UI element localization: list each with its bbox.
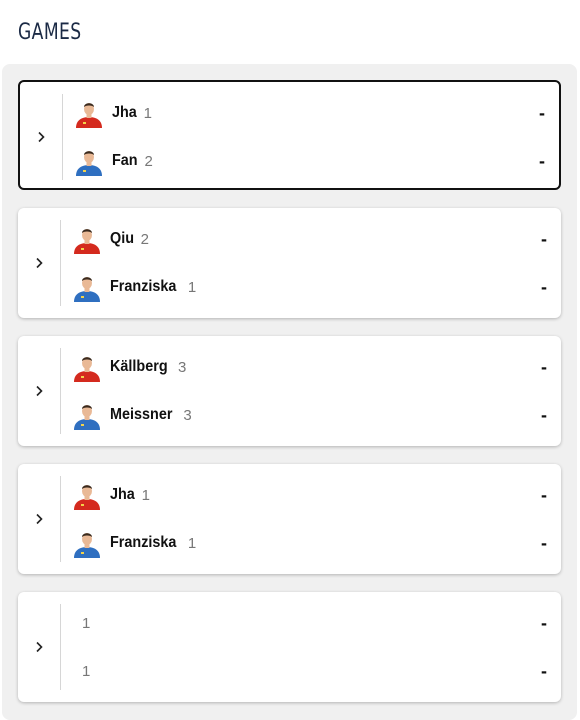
player-seed: 3: [183, 406, 192, 424]
player-seed: 2: [140, 230, 150, 248]
games-list: Jha 1- Fan 2- Qiu 2- Franziska 1- Källberg 3- Meis…: [2, 64, 577, 720]
card-divider: [60, 604, 61, 690]
player-row: Källberg 3 -: [72, 351, 547, 383]
player-score: -: [541, 660, 547, 681]
player-name: Franziska: [110, 278, 177, 295]
player-row: Jha 1 -: [72, 479, 547, 511]
player-score: -: [541, 484, 547, 505]
player-seed: 1: [82, 662, 91, 680]
player-avatar-icon: [72, 224, 102, 254]
player-row: 1-: [72, 607, 547, 639]
game-card[interactable]: Jha 1 - Franziska 1 -: [18, 464, 561, 574]
player-score: -: [541, 612, 547, 633]
player-seed: 3: [178, 358, 187, 376]
player-seed: 1: [187, 534, 197, 552]
player-score: -: [541, 532, 547, 553]
player-name: Franziska: [110, 534, 177, 551]
player-seed: 2: [144, 152, 153, 170]
player-row: Franziska 1 -: [72, 527, 547, 559]
player-row: Franziska 1 -: [72, 271, 547, 303]
player-name: Meissner: [110, 406, 173, 423]
player-row: Fan 2 -: [74, 145, 545, 177]
game-card[interactable]: Qiu 2 - Franziska 1 -: [18, 208, 561, 318]
player-seed: 1: [187, 278, 197, 296]
card-divider: [60, 348, 61, 434]
player-row: 1-: [72, 655, 547, 687]
player-avatar-icon: [74, 146, 104, 176]
player-avatar-icon: [72, 480, 102, 510]
game-card[interactable]: Källberg 3 - Meissner 3 -: [18, 336, 561, 446]
card-divider: [60, 476, 61, 562]
card-divider: [62, 94, 63, 180]
player-avatar-icon: [72, 352, 102, 382]
page-title: GAMES: [18, 20, 82, 45]
player-name: Fan: [112, 152, 138, 169]
player-row: Meissner 3 -: [72, 399, 547, 431]
chevron-right-icon[interactable]: [32, 256, 46, 270]
chevron-right-icon[interactable]: [32, 384, 46, 398]
game-card[interactable]: Jha 1 - Fan 2 -: [18, 80, 561, 190]
player-score: -: [541, 404, 547, 425]
chevron-right-icon[interactable]: [34, 130, 48, 144]
player-score: -: [541, 228, 547, 249]
player-seed: 1: [141, 486, 150, 504]
player-avatar-icon: [72, 528, 102, 558]
player-seed: 1: [143, 104, 152, 122]
player-score: -: [541, 276, 547, 297]
player-avatar-icon: [74, 98, 104, 128]
player-seed: 1: [82, 614, 91, 632]
player-name: Jha: [110, 486, 135, 503]
player-score: -: [541, 356, 547, 377]
games-header: GAMES: [0, 0, 580, 64]
card-divider: [60, 220, 61, 306]
player-row: Qiu 2 -: [72, 223, 547, 255]
player-avatar-icon: [72, 400, 102, 430]
player-name: Qiu: [110, 230, 135, 247]
player-row: Jha 1 -: [74, 97, 545, 129]
game-card[interactable]: 1-1-: [18, 592, 561, 702]
player-score: -: [539, 102, 545, 123]
chevron-right-icon[interactable]: [32, 512, 46, 526]
chevron-right-icon[interactable]: [32, 640, 46, 654]
player-name: Källberg: [110, 358, 168, 375]
player-score: -: [539, 150, 545, 171]
player-name: Jha: [112, 104, 137, 121]
player-avatar-icon: [72, 272, 102, 302]
